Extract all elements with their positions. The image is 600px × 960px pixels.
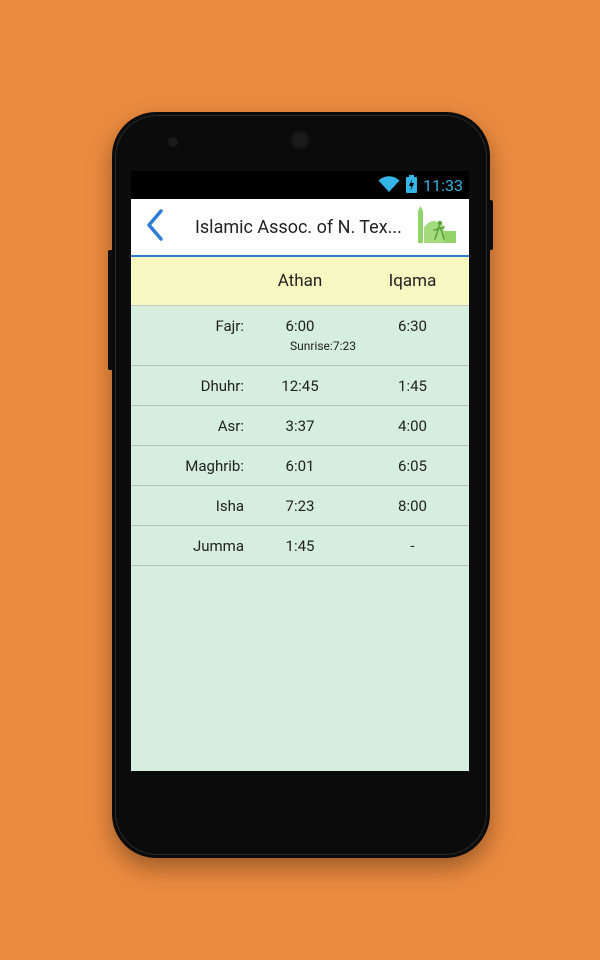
iqama-time: 6:30 (398, 317, 427, 335)
status-icons: 11:33 (378, 175, 463, 197)
action-bar: Islamic Assoc. of N. Tex... (131, 199, 469, 257)
table-row: Maghrib: 6:01 6:05 (131, 446, 469, 486)
chevron-left-icon (145, 209, 165, 245)
athan-time: 6:01 (285, 457, 315, 475)
prayer-name: Asr: (217, 417, 244, 435)
screen: 11:33 Islamic Assoc. of N. Tex... Athan … (131, 171, 469, 771)
iqama-time: 4:00 (398, 417, 427, 435)
prayer-name: Fajr: (215, 317, 244, 335)
prayer-name: Dhuhr: (200, 377, 244, 395)
iqama-time: 8:00 (398, 497, 427, 515)
prayer-name: Maghrib: (185, 457, 244, 475)
iqama-time: - (410, 537, 415, 555)
status-bar: 11:33 (131, 171, 469, 199)
wifi-icon (378, 175, 400, 197)
iqama-time: 6:05 (398, 457, 427, 475)
table-header: Athan Iqama (131, 257, 469, 306)
table-row: Isha 7:23 8:00 (131, 486, 469, 526)
header-iqama: Iqama (388, 271, 437, 291)
app-logo (415, 205, 459, 249)
header-athan: Athan (277, 271, 323, 291)
mosque-logo-icon (416, 205, 458, 249)
athan-time: 3:37 (285, 417, 315, 435)
front-camera (168, 137, 178, 147)
table-row: Jumma 1:45 - (131, 526, 469, 566)
iqama-time: 1:45 (398, 377, 427, 395)
table-row: Fajr: 6:00 Sunrise:7:23 6:30 (131, 306, 469, 366)
sunrise-note: Sunrise:7:23 (290, 339, 356, 353)
prayer-times-table: Athan Iqama Fajr: 6:00 Sunrise:7:23 6:30… (131, 257, 469, 771)
table-row: Dhuhr: 12:45 1:45 (131, 366, 469, 406)
status-time: 11:33 (423, 176, 463, 195)
athan-time: 7:23 (285, 497, 315, 515)
earpiece-speaker (290, 130, 310, 150)
prayer-name: Jumma (192, 537, 244, 555)
battery-charging-icon (406, 175, 418, 197)
page-title: Islamic Assoc. of N. Tex... (195, 216, 402, 238)
back-button[interactable] (131, 199, 179, 255)
table-row: Asr: 3:37 4:00 (131, 406, 469, 446)
prayer-name: Isha (215, 497, 244, 515)
athan-time: 6:00 Sunrise:7:23 (244, 317, 356, 353)
athan-time: 12:45 (281, 377, 319, 395)
athan-time: 1:45 (285, 537, 315, 555)
